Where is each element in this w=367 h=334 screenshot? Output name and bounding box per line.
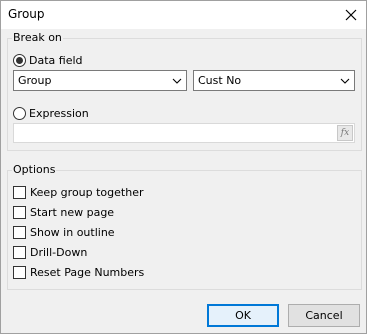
checkbox-box[interactable] <box>13 265 26 279</box>
expression-radio[interactable]: Expression <box>13 105 89 121</box>
group-select-value: Group <box>18 74 52 87</box>
chevron-down-icon <box>336 71 354 90</box>
ok-button[interactable]: OK <box>207 304 279 327</box>
field-select-value: Cust No <box>198 74 242 87</box>
break-on-legend: Break on <box>12 31 63 44</box>
keep-group-together-checkbox[interactable]: Keep group together <box>13 184 144 200</box>
start-new-page-checkbox[interactable]: Start new page <box>13 204 114 220</box>
expression-radio-indicator[interactable] <box>13 106 26 120</box>
close-button[interactable] <box>336 1 366 29</box>
data-field-label: Data field <box>29 53 83 67</box>
field-select[interactable]: Cust No <box>193 70 355 91</box>
cancel-button[interactable]: Cancel <box>288 304 360 327</box>
checkbox-box[interactable] <box>13 225 26 239</box>
checkbox-label: Start new page <box>30 205 115 219</box>
options-legend: Options <box>12 163 57 176</box>
expression-input[interactable]: fx <box>13 123 355 143</box>
checkbox-box[interactable] <box>13 245 26 259</box>
checkbox-label: Reset Page Numbers <box>30 265 145 279</box>
show-in-outline-checkbox[interactable]: Show in outline <box>13 224 115 240</box>
checkbox-box[interactable] <box>13 205 26 219</box>
checkbox-label: Keep group together <box>30 185 144 199</box>
checkbox-box[interactable] <box>13 185 26 199</box>
dialog-title: Group <box>8 7 45 21</box>
function-icon[interactable]: fx <box>337 125 353 141</box>
drill-down-checkbox[interactable]: Drill-Down <box>13 244 87 260</box>
title-bar: Group <box>1 1 366 29</box>
checkbox-label: Show in outline <box>30 225 115 239</box>
group-dialog: Group Break on Data field Group Cust No … <box>0 0 367 334</box>
group-select[interactable]: Group <box>13 70 187 91</box>
checkbox-label: Drill-Down <box>30 245 88 259</box>
chevron-down-icon <box>168 71 186 90</box>
data-field-radio[interactable]: Data field <box>13 52 83 68</box>
reset-page-numbers-checkbox[interactable]: Reset Page Numbers <box>13 264 144 280</box>
close-icon <box>345 9 357 21</box>
expression-label: Expression <box>29 106 89 120</box>
data-field-radio-indicator[interactable] <box>13 53 26 67</box>
